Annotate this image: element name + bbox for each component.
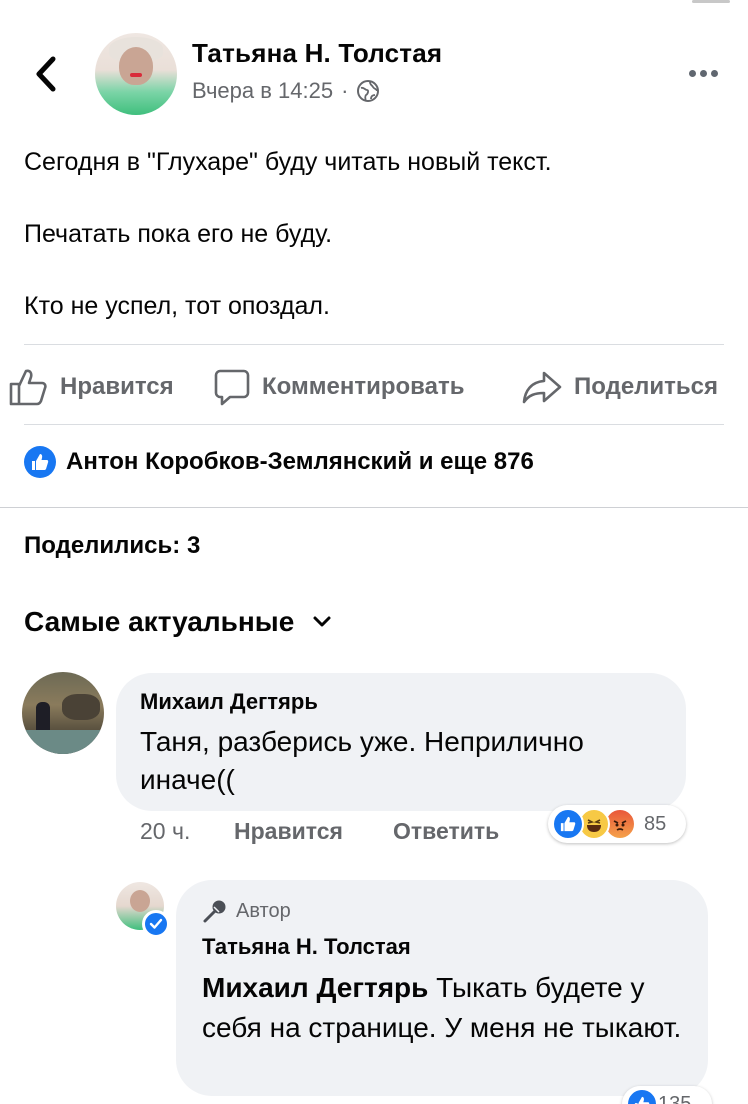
chevron-left-icon (36, 56, 56, 92)
comment-reply-button[interactable]: Ответить (393, 818, 499, 845)
chevron-down-icon (313, 616, 331, 627)
like-button[interactable]: Нравится (8, 360, 174, 414)
globe-icon (356, 79, 380, 103)
thumbs-up-icon (9, 369, 47, 406)
comment-icon (214, 369, 250, 406)
comment-label: Комментировать (262, 373, 465, 400)
comment-bubble: Михаил Дегтярь Таня, разберись уже. Непр… (116, 673, 686, 811)
section-divider (0, 507, 748, 508)
scroll-indicator (692, 0, 730, 3)
post-meta: Вчера в 14:25 · (192, 78, 380, 104)
post-header: Татьяна Н. Толстая Вчера в 14:25 · (0, 30, 748, 120)
share-label: Поделиться (574, 373, 719, 400)
verified-icon (142, 910, 170, 938)
reaction-count: 85 (644, 812, 667, 835)
commenter-name[interactable]: Михаил Дегтярь (140, 689, 318, 715)
microphone-icon (203, 900, 226, 923)
post-paragraph: Сегодня в "Глухаре" буду читать новый те… (24, 148, 552, 176)
divider (24, 344, 724, 345)
commenter-avatar[interactable] (22, 672, 104, 754)
sort-label: Самые актуальные (24, 606, 295, 637)
like-label: Нравится (60, 373, 174, 400)
reply-author-name[interactable]: Татьяна Н. Толстая (202, 934, 411, 960)
reaction-count: 135 (658, 1092, 692, 1104)
author-badge: Автор (202, 898, 291, 924)
reply-text: Михаил Дегтярь Тыкать будете у себя на с… (202, 968, 692, 1048)
divider (24, 424, 724, 425)
mention-link[interactable]: Михаил Дегтярь (202, 972, 428, 1003)
reply-bubble: Автор Татьяна Н. Толстая Михаил Дегтярь … (176, 880, 708, 1096)
reactions-summary-text: Антон Коробков-Землянский и еще 876 (66, 448, 534, 475)
reactions-summary[interactable]: Антон Коробков-Землянский и еще 876 (24, 446, 534, 478)
comment-sort-dropdown[interactable]: Самые актуальные (24, 606, 332, 638)
comment-time[interactable]: 20 ч. (140, 818, 190, 845)
reply-reactions[interactable]: 135 (622, 1086, 712, 1104)
post-timestamp[interactable]: Вчера в 14:25 (192, 78, 333, 104)
like-icon (626, 1088, 658, 1104)
comment-button[interactable]: Комментировать (214, 360, 464, 414)
author-avatar[interactable] (95, 33, 177, 115)
shares-count[interactable]: Поделились: 3 (24, 532, 200, 560)
post-body: Сегодня в "Глухаре" буду читать новый те… (24, 144, 724, 360)
comment-text: Таня, разберись уже. Неприлично иначе(( (140, 726, 584, 795)
author-name[interactable]: Татьяна Н. Толстая (192, 38, 442, 69)
like-reaction-icon (24, 446, 56, 478)
like-icon (552, 808, 584, 840)
post-paragraph: Кто не успел, тот опоздал. (24, 292, 330, 320)
author-badge-label: Автор (236, 899, 291, 922)
share-button[interactable]: Поделиться (522, 360, 718, 414)
back-button[interactable] (28, 52, 64, 96)
post-paragraph: Печатать пока его не буду. (24, 220, 333, 248)
meta-separator: · (341, 78, 349, 103)
more-options-button[interactable] (683, 58, 723, 88)
comment-reactions[interactable]: 85 (548, 805, 686, 843)
post-actions: Нравится Комментировать Поделиться (0, 360, 748, 414)
share-icon (522, 371, 562, 404)
comment-like-button[interactable]: Нравится (234, 818, 343, 845)
